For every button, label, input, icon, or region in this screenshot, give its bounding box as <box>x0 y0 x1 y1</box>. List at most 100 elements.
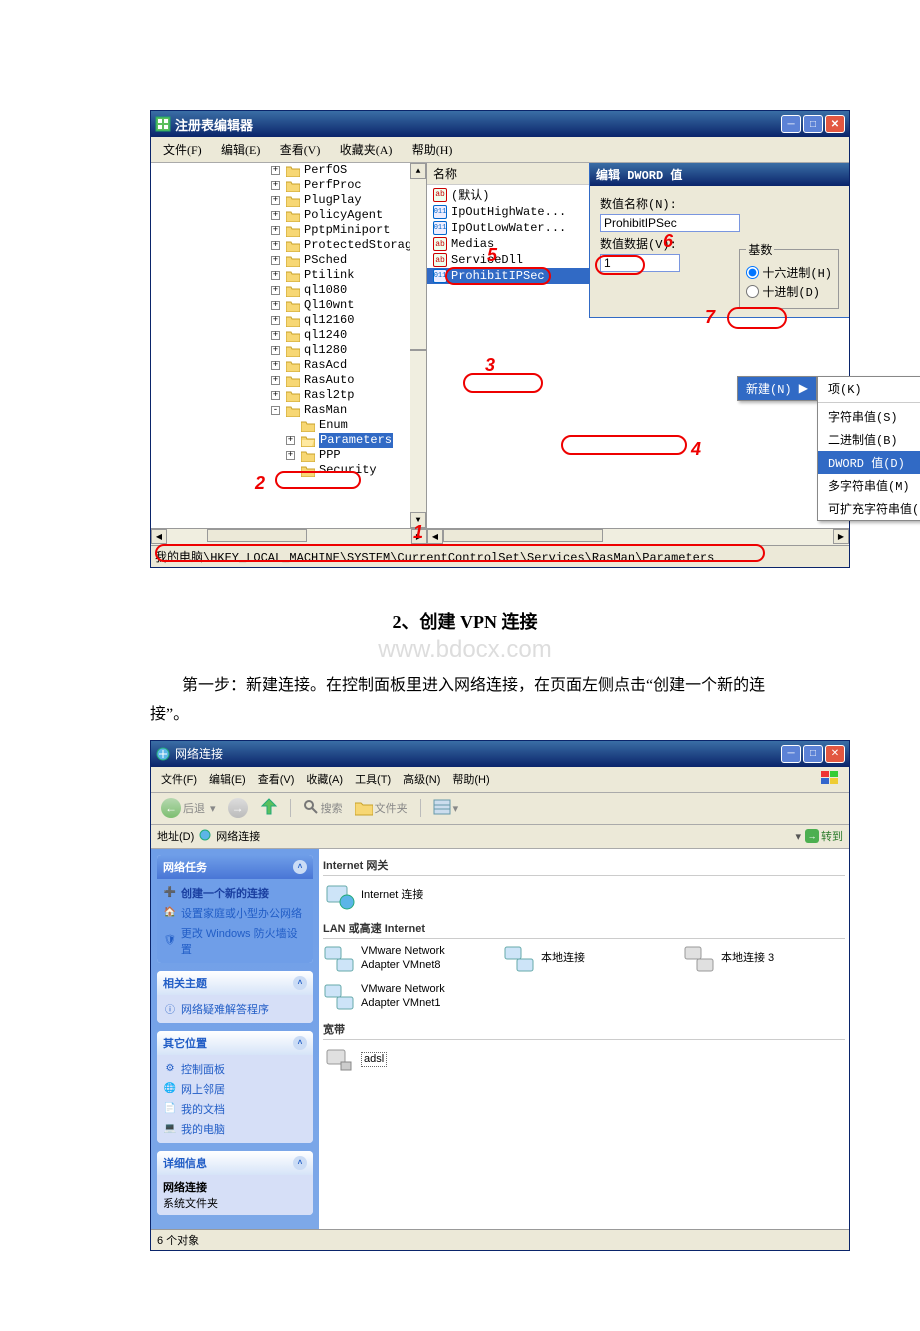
connection-item-adsl[interactable]: adsl <box>323 1044 473 1076</box>
menu-help[interactable]: 帮助(H) <box>404 139 461 160</box>
menu-edit[interactable]: 编辑(E) <box>213 139 268 160</box>
tree-node[interactable]: +ql1080 <box>151 283 426 298</box>
maximize-button[interactable]: □ <box>803 115 823 133</box>
expand-icon[interactable]: + <box>271 196 280 205</box>
tree-node[interactable]: +RasAcd <box>151 358 426 373</box>
tree-node[interactable]: -RasMan <box>151 403 426 418</box>
place-network-neighbor[interactable]: 🌐网上邻居 <box>163 1079 307 1099</box>
scroll-right-icon[interactable]: ▶ <box>833 529 849 544</box>
collapse-icon[interactable]: ˄ <box>293 1156 307 1170</box>
submenu-item-dword[interactable]: DWORD 值(D) <box>818 451 920 474</box>
scroll-thumb[interactable] <box>207 529 307 542</box>
expand-icon[interactable]: + <box>271 316 280 325</box>
context-item-new[interactable]: 新建(N)▶ <box>738 377 816 400</box>
menu-favorites[interactable]: 收藏(A) <box>300 769 349 789</box>
connection-item-local[interactable]: 本地连接 <box>503 943 653 975</box>
submenu-item-binary[interactable]: 二进制值(B) <box>818 428 920 451</box>
folders-button[interactable]: 文件夹 <box>351 798 412 818</box>
menu-advanced[interactable]: 高级(N) <box>397 769 446 789</box>
connection-item-vmnet8[interactable]: VMware Network Adapter VMnet8 <box>323 943 473 975</box>
value-name-input[interactable] <box>600 214 740 232</box>
forward-button[interactable]: → <box>224 796 252 820</box>
collapse-icon[interactable]: ˄ <box>293 860 307 874</box>
tree-node[interactable]: +Rasl2tp <box>151 388 426 403</box>
expand-icon[interactable]: + <box>271 256 280 265</box>
tree-node[interactable]: +Ql10wnt <box>151 298 426 313</box>
expand-icon[interactable]: + <box>271 226 280 235</box>
titlebar[interactable]: 注册表编辑器 ─ □ ✕ <box>151 111 849 137</box>
scroll-thumb[interactable] <box>443 529 603 542</box>
expand-icon[interactable]: + <box>271 391 280 400</box>
expand-icon[interactable]: + <box>271 271 280 280</box>
address-dropdown-icon[interactable]: ▾ <box>795 830 801 843</box>
menu-favorites[interactable]: 收藏夹(A) <box>332 139 401 160</box>
back-button[interactable]: ←后退 ▾ <box>157 796 220 820</box>
expand-icon[interactable]: + <box>271 211 280 220</box>
expand-icon[interactable]: + <box>271 286 280 295</box>
minimize-button[interactable]: ─ <box>781 115 801 133</box>
task-troubleshoot[interactable]: ⓘ网络疑难解答程序 <box>163 999 307 1019</box>
close-button[interactable]: ✕ <box>825 745 845 763</box>
tree-node-enum[interactable]: Enum <box>151 418 426 433</box>
connection-item-internet[interactable]: Internet 连接 <box>323 880 473 912</box>
scroll-thumb[interactable] <box>410 349 426 351</box>
panel-header[interactable]: 网络任务˄ <box>157 855 313 879</box>
menu-edit[interactable]: 编辑(E) <box>203 769 252 789</box>
dec-radio[interactable] <box>746 285 759 298</box>
submenu-item-key[interactable]: 项(K) <box>818 377 920 400</box>
tree-scrollbar[interactable]: ▲ ▼ <box>410 163 426 528</box>
panel-header[interactable]: 其它位置˄ <box>157 1031 313 1055</box>
tree-node[interactable]: +ql1280 <box>151 343 426 358</box>
menu-tools[interactable]: 工具(T) <box>349 769 397 789</box>
expand-icon[interactable]: + <box>271 181 280 190</box>
menu-help[interactable]: 帮助(H) <box>446 769 495 789</box>
submenu-item-string[interactable]: 字符串值(S) <box>818 405 920 428</box>
expand-icon[interactable]: + <box>271 376 280 385</box>
collapse-icon[interactable]: ˄ <box>293 1036 307 1050</box>
expand-icon[interactable]: - <box>271 406 280 415</box>
task-home-network[interactable]: 🏠设置家庭或小型办公网络 <box>163 903 307 923</box>
content-area[interactable]: Internet 网关 Internet 连接 LAN 或高速 Internet… <box>319 849 849 1229</box>
expand-icon[interactable]: + <box>271 166 280 175</box>
panel-header[interactable]: 详细信息˄ <box>157 1151 313 1175</box>
connection-item-vmnet1[interactable]: VMware Network Adapter VMnet1 <box>323 981 473 1013</box>
address-value[interactable]: 网络连接 <box>216 828 791 844</box>
tree-node[interactable]: +RasAuto <box>151 373 426 388</box>
tree-node[interactable]: +PlugPlay <box>151 193 426 208</box>
scroll-left-icon[interactable]: ◀ <box>151 529 167 544</box>
hex-radio[interactable] <box>746 266 759 279</box>
tree-node[interactable]: +Ptilink <box>151 268 426 283</box>
registry-values-pane[interactable]: 名称 ab(默认)011IpOutHighWate...011IpOutLowW… <box>427 163 849 545</box>
task-firewall[interactable]: 🛡更改 Windows 防火墙设置 <box>163 923 307 959</box>
expand-icon[interactable]: + <box>271 331 280 340</box>
submenu-item-expand[interactable]: 可扩充字符串值(E) <box>818 497 920 520</box>
maximize-button[interactable]: □ <box>803 745 823 763</box>
expand-icon[interactable]: + <box>271 301 280 310</box>
toolbar[interactable]: ←后退 ▾ → 搜索 文件夹 ▾ <box>151 793 849 825</box>
expand-icon[interactable]: + <box>286 451 295 460</box>
context-menu[interactable]: 新建(N)▶ <box>737 376 817 401</box>
submenu-item-multi[interactable]: 多字符串值(M) <box>818 474 920 497</box>
menubar[interactable]: 文件(F) 编辑(E) 查看(V) 收藏(A) 工具(T) 高级(N) 帮助(H… <box>151 767 849 793</box>
expand-icon[interactable]: + <box>286 436 295 445</box>
expand-icon[interactable]: + <box>271 361 280 370</box>
tree-node[interactable]: +ql1240 <box>151 328 426 343</box>
dialog-title[interactable]: 编辑 DWORD 值 <box>590 163 849 186</box>
menubar[interactable]: 文件(F) 编辑(E) 查看(V) 收藏夹(A) 帮助(H) <box>151 137 849 163</box>
scroll-up-icon[interactable]: ▲ <box>410 163 426 179</box>
expand-icon[interactable]: + <box>271 241 280 250</box>
collapse-icon[interactable]: ˄ <box>293 976 307 990</box>
tree-node-parameters[interactable]: + Parameters <box>151 433 426 448</box>
tree-node[interactable]: +ProtectedStorage <box>151 238 426 253</box>
tree-node[interactable]: +PSched <box>151 253 426 268</box>
tree-node[interactable]: +PerfOS <box>151 163 426 178</box>
tree-node[interactable]: +ql12160 <box>151 313 426 328</box>
menu-view[interactable]: 查看(V) <box>252 769 301 789</box>
up-button[interactable] <box>256 796 282 821</box>
tree-node[interactable]: +PolicyAgent <box>151 208 426 223</box>
menu-file[interactable]: 文件(F) <box>155 139 210 160</box>
tree-node[interactable]: +PerfProc <box>151 178 426 193</box>
scroll-left-icon[interactable]: ◀ <box>427 529 443 544</box>
menu-view[interactable]: 查看(V) <box>272 139 329 160</box>
connection-item-local3[interactable]: 本地连接 3 <box>683 943 833 975</box>
